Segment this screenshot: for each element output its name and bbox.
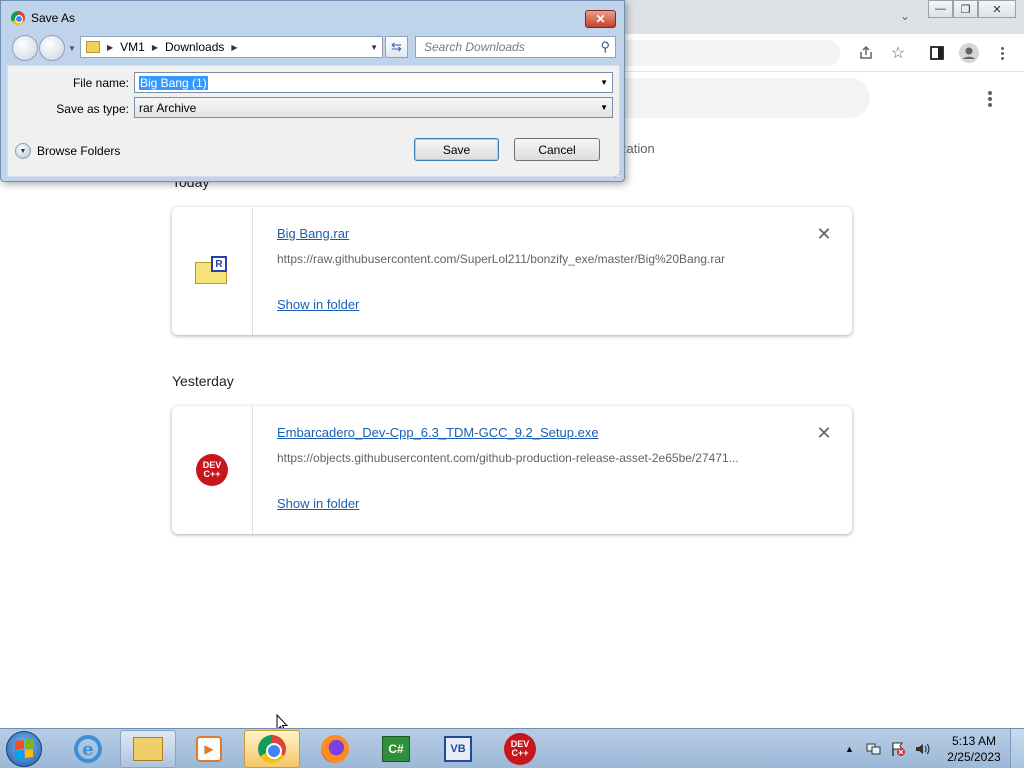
close-window-button[interactable]: ✕ xyxy=(978,0,1016,18)
kebab-menu-icon[interactable] xyxy=(991,42,1013,64)
file-name-value: Big Bang (1) xyxy=(139,75,208,90)
taskbar-csharp[interactable]: C# xyxy=(368,730,424,768)
csharp-icon: C# xyxy=(382,736,410,762)
downloads-more-actions-icon[interactable] xyxy=(982,88,998,110)
remove-from-list-icon[interactable]: ✕ xyxy=(815,225,833,243)
save-type-dropdown-icon[interactable]: ▼ xyxy=(600,103,608,112)
profile-icon[interactable] xyxy=(958,42,980,64)
breadcrumb-arrow-icon[interactable]: ▶ xyxy=(152,43,158,52)
file-name-dropdown-icon[interactable]: ▼ xyxy=(600,78,608,87)
section-yesterday-label: Yesterday xyxy=(172,373,234,389)
recent-pages-chevron-icon[interactable]: ▼ xyxy=(68,44,76,53)
save-as-dialog: Save As ✕ ▼ ▶ VM1 ▶ Downloads ▶ ▼ ⇆ Sear… xyxy=(0,0,625,182)
start-button[interactable] xyxy=(6,731,42,767)
visual-basic-icon: VB xyxy=(444,736,472,762)
download-file-name-link[interactable]: Big Bang.rar xyxy=(277,226,349,241)
volume-icon[interactable] xyxy=(914,729,930,768)
address-dropdown-icon[interactable]: ▼ xyxy=(370,43,378,52)
file-icon-column: DEV C++ xyxy=(172,406,253,534)
dialog-close-button[interactable]: ✕ xyxy=(585,10,616,28)
download-card: R Big Bang.rar https://raw.githubusercon… xyxy=(172,207,852,335)
browse-folders-label: Browse Folders xyxy=(37,144,121,158)
system-clock[interactable]: 5:13 AM 2/25/2023 xyxy=(940,733,1008,765)
address-bar[interactable]: ▶ VM1 ▶ Downloads ▶ ▼ xyxy=(80,36,383,58)
file-name-label: File name: xyxy=(72,76,129,90)
restore-button[interactable]: ❐ xyxy=(953,0,978,18)
save-button[interactable]: Save xyxy=(414,138,499,161)
star-icon[interactable]: ☆ xyxy=(887,42,909,64)
taskbar-internet-explorer[interactable]: e xyxy=(60,730,116,768)
devcpp-icon: DEV C++ xyxy=(196,454,228,486)
browse-folders-toggle[interactable]: ▼ Browse Folders xyxy=(15,143,120,159)
back-button[interactable] xyxy=(12,35,38,61)
folder-icon xyxy=(86,41,100,53)
refresh-icon[interactable]: ⇆ xyxy=(385,36,408,58)
download-card: DEV C++ Embarcadero_Dev-Cpp_6.3_TDM-GCC_… xyxy=(172,406,852,534)
download-file-name-link[interactable]: Embarcadero_Dev-Cpp_6.3_TDM-GCC_9.2_Setu… xyxy=(277,425,599,440)
devcpp-icon-text-bottom: C++ xyxy=(511,748,529,758)
show-hidden-icons-button[interactable]: ▲ xyxy=(845,729,854,768)
breadcrumb-vm1[interactable]: VM1 xyxy=(120,40,145,54)
taskbar-media-player[interactable]: ▶ xyxy=(181,730,237,768)
rar-archive-icon: R xyxy=(195,256,229,286)
chrome-icon xyxy=(258,735,286,763)
share-icon[interactable] xyxy=(855,42,877,64)
action-center-flag-icon[interactable] xyxy=(890,729,906,768)
expand-chevron-icon: ▼ xyxy=(15,143,31,159)
save-as-type-value: rar Archive xyxy=(139,100,197,115)
dialog-title: Save As xyxy=(31,11,76,25)
close-glyph: ✕ xyxy=(992,3,1002,16)
cancel-button[interactable]: Cancel xyxy=(514,138,600,161)
file-name-field[interactable]: Big Bang (1) ▼ xyxy=(134,72,613,93)
resize-grip-icon[interactable]: ⋰ xyxy=(614,170,622,179)
minimize-glyph: — xyxy=(935,3,946,15)
search-icon[interactable]: ⚲ xyxy=(600,39,610,55)
chrome-icon xyxy=(11,11,25,25)
show-in-folder-link[interactable]: Show in folder xyxy=(277,297,359,312)
save-as-type-label: Save as type: xyxy=(56,102,129,116)
show-desktop-button[interactable] xyxy=(1010,729,1024,768)
taskbar-visual-basic[interactable]: VB xyxy=(430,730,486,768)
folder-icon xyxy=(133,737,163,761)
forward-button[interactable] xyxy=(39,35,65,61)
omnibox[interactable] xyxy=(600,40,840,66)
download-source-url: https://raw.githubusercontent.com/SuperL… xyxy=(277,252,726,266)
download-source-url: https://objects.githubusercontent.com/gi… xyxy=(277,451,739,465)
file-icon-column: R xyxy=(172,207,253,335)
taskbar-chrome[interactable] xyxy=(244,730,300,768)
restore-glyph: ❐ xyxy=(960,3,971,16)
breadcrumb-arrow-icon[interactable]: ▶ xyxy=(231,43,237,52)
minimize-button[interactable]: — xyxy=(928,0,953,18)
partially-hidden-text: zation xyxy=(620,141,655,156)
breadcrumb-downloads[interactable]: Downloads xyxy=(165,40,224,54)
windows-logo-icon xyxy=(15,739,33,759)
search-downloads-input[interactable]: Search Downloads ⚲ xyxy=(415,36,616,58)
clock-time: 5:13 AM xyxy=(951,734,997,748)
firefox-icon xyxy=(321,735,349,763)
tab-search-chevron-icon[interactable]: ⌄ xyxy=(896,8,914,24)
taskbar-windows-explorer[interactable] xyxy=(120,730,176,768)
show-in-folder-link[interactable]: Show in folder xyxy=(277,496,359,511)
dialog-title-bar: Save As xyxy=(11,11,75,25)
network-icon[interactable] xyxy=(866,729,882,768)
devcpp-icon-text-bottom: C++ xyxy=(203,469,221,479)
breadcrumb-arrow-icon[interactable]: ▶ xyxy=(107,43,113,52)
remove-from-list-icon[interactable]: ✕ xyxy=(815,424,833,442)
taskbar-devcpp[interactable]: DEV C++ xyxy=(492,730,548,768)
save-as-type-select[interactable]: rar Archive ▼ xyxy=(134,97,613,118)
devcpp-icon: DEV C++ xyxy=(504,733,536,765)
search-placeholder: Search Downloads xyxy=(424,40,525,54)
media-player-icon: ▶ xyxy=(196,736,222,762)
taskbar-firefox[interactable] xyxy=(307,730,363,768)
taskbar: e ▶ C# VB DEV C++ ▲ 5:13 AM 2/25/2023 xyxy=(0,728,1024,768)
internet-explorer-icon: e xyxy=(74,735,102,763)
clock-date: 2/25/2023 xyxy=(947,750,1001,764)
side-panel-icon[interactable] xyxy=(926,42,948,64)
